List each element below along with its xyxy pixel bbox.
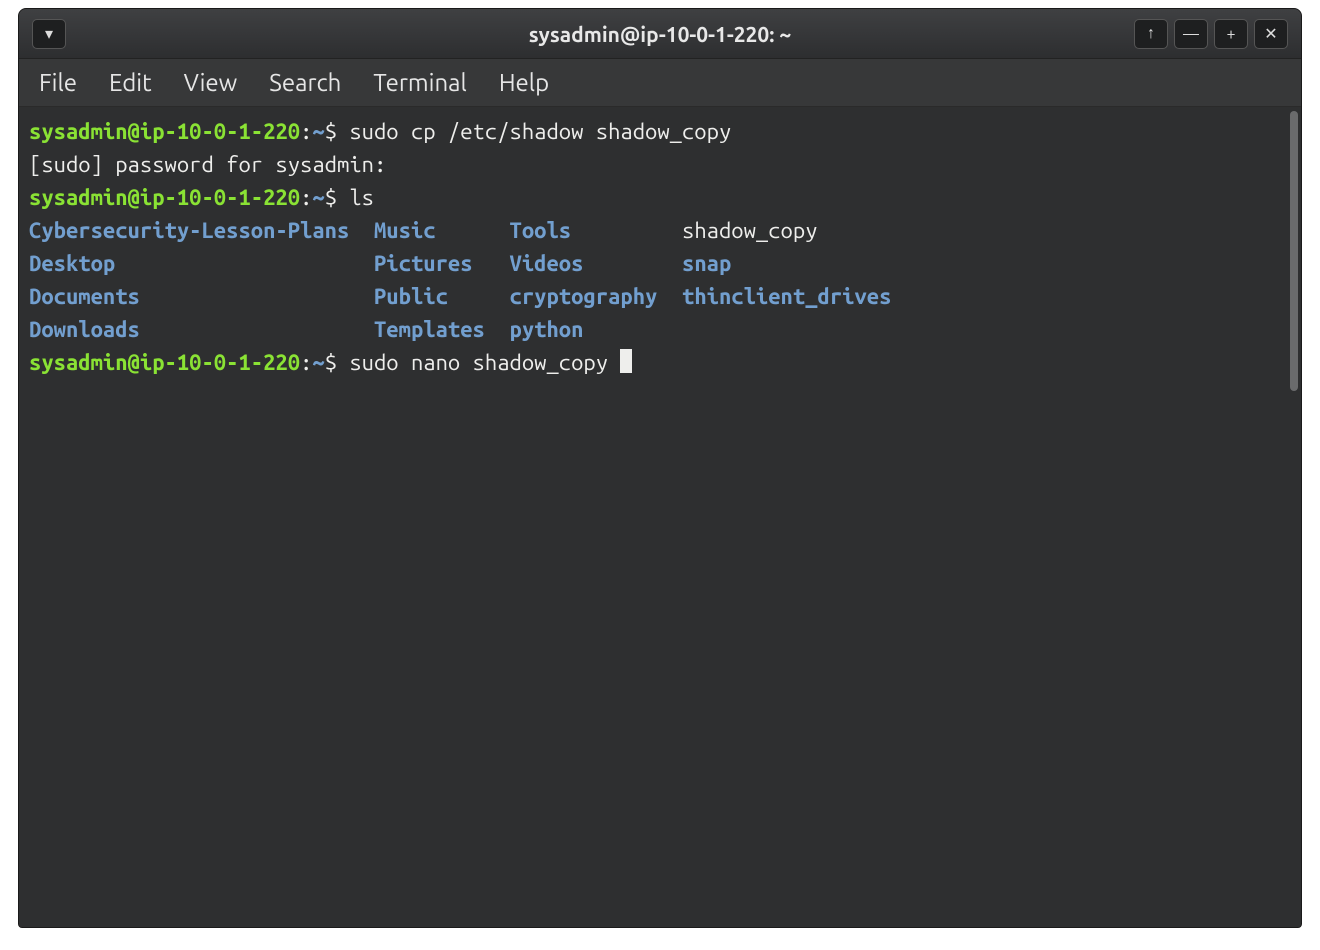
terminal-output[interactable]: sysadmin@ip-10-0-1-220:~$ sudo cp /etc/s…	[19, 107, 1287, 927]
menu-help[interactable]: Help	[497, 65, 551, 100]
ls-entry: cryptography	[510, 284, 658, 309]
maximize-icon: +	[1226, 25, 1235, 43]
prompt-path: ~	[312, 185, 324, 210]
ls-entry: Documents	[29, 284, 140, 309]
ls-entry: Tools	[510, 218, 572, 243]
ls-entry: Templates	[374, 317, 485, 342]
text-cursor	[620, 349, 632, 373]
command-text: sudo nano shadow_copy	[337, 350, 620, 375]
ls-entry: Videos	[510, 251, 584, 276]
ls-entry: thinclient_drives	[682, 284, 891, 309]
prompt-user-host: sysadmin@ip-10-0-1-220	[29, 119, 300, 144]
menu-view[interactable]: View	[182, 65, 240, 100]
menubar: File Edit View Search Terminal Help	[19, 59, 1301, 107]
scroll-up-button[interactable]: ↑	[1134, 19, 1168, 49]
prompt-colon: :	[300, 350, 312, 375]
prompt-path: ~	[312, 350, 324, 375]
ls-entry: Desktop	[29, 251, 115, 276]
menu-search[interactable]: Search	[267, 65, 343, 100]
scrollbar[interactable]	[1287, 107, 1301, 927]
window-title: sysadmin@ip-10-0-1-220: ~	[19, 22, 1301, 46]
minimize-icon: —	[1183, 25, 1199, 43]
ls-listing: Cybersecurity-Lesson-Plans Music Tools s…	[29, 218, 891, 342]
prompt-colon: :	[300, 119, 312, 144]
ls-entry: Downloads	[29, 317, 140, 342]
menu-edit[interactable]: Edit	[107, 65, 154, 100]
terminal-window: ▾ sysadmin@ip-10-0-1-220: ~ ↑ — + ✕ File…	[18, 8, 1302, 928]
menu-file[interactable]: File	[37, 65, 79, 100]
ls-entry: snap	[682, 251, 731, 276]
ls-entry: shadow_copy	[682, 218, 818, 243]
close-button[interactable]: ✕	[1254, 19, 1288, 49]
ls-entry: Pictures	[374, 251, 473, 276]
prompt-symbol: $	[325, 119, 337, 144]
scrollbar-thumb[interactable]	[1290, 111, 1298, 391]
command-text: sudo cp /etc/shadow shadow_copy	[337, 119, 731, 144]
prompt-user-host: sysadmin@ip-10-0-1-220	[29, 350, 300, 375]
new-tab-dropdown-button[interactable]: ▾	[32, 19, 66, 49]
terminal-body: sysadmin@ip-10-0-1-220:~$ sudo cp /etc/s…	[19, 107, 1301, 927]
prompt-path: ~	[312, 119, 324, 144]
ls-entry: Cybersecurity-Lesson-Plans	[29, 218, 349, 243]
ls-entry: python	[510, 317, 584, 342]
prompt-colon: :	[300, 185, 312, 210]
arrow-up-icon: ↑	[1147, 24, 1155, 43]
prompt-user-host: sysadmin@ip-10-0-1-220	[29, 185, 300, 210]
titlebar-left-controls: ▾	[29, 19, 69, 49]
prompt-symbol: $	[325, 350, 337, 375]
maximize-button[interactable]: +	[1214, 19, 1248, 49]
ls-entry: Music	[374, 218, 436, 243]
sudo-password-prompt: [sudo] password for sysadmin:	[29, 152, 399, 177]
chevron-down-icon: ▾	[45, 24, 53, 43]
ls-entry: Public	[374, 284, 448, 309]
minimize-button[interactable]: —	[1174, 19, 1208, 49]
close-icon: ✕	[1264, 24, 1277, 43]
titlebar: ▾ sysadmin@ip-10-0-1-220: ~ ↑ — + ✕	[19, 9, 1301, 59]
titlebar-right-controls: ↑ — + ✕	[1131, 19, 1291, 49]
command-text: ls	[337, 185, 374, 210]
prompt-symbol: $	[325, 185, 337, 210]
menu-terminal[interactable]: Terminal	[371, 65, 468, 100]
